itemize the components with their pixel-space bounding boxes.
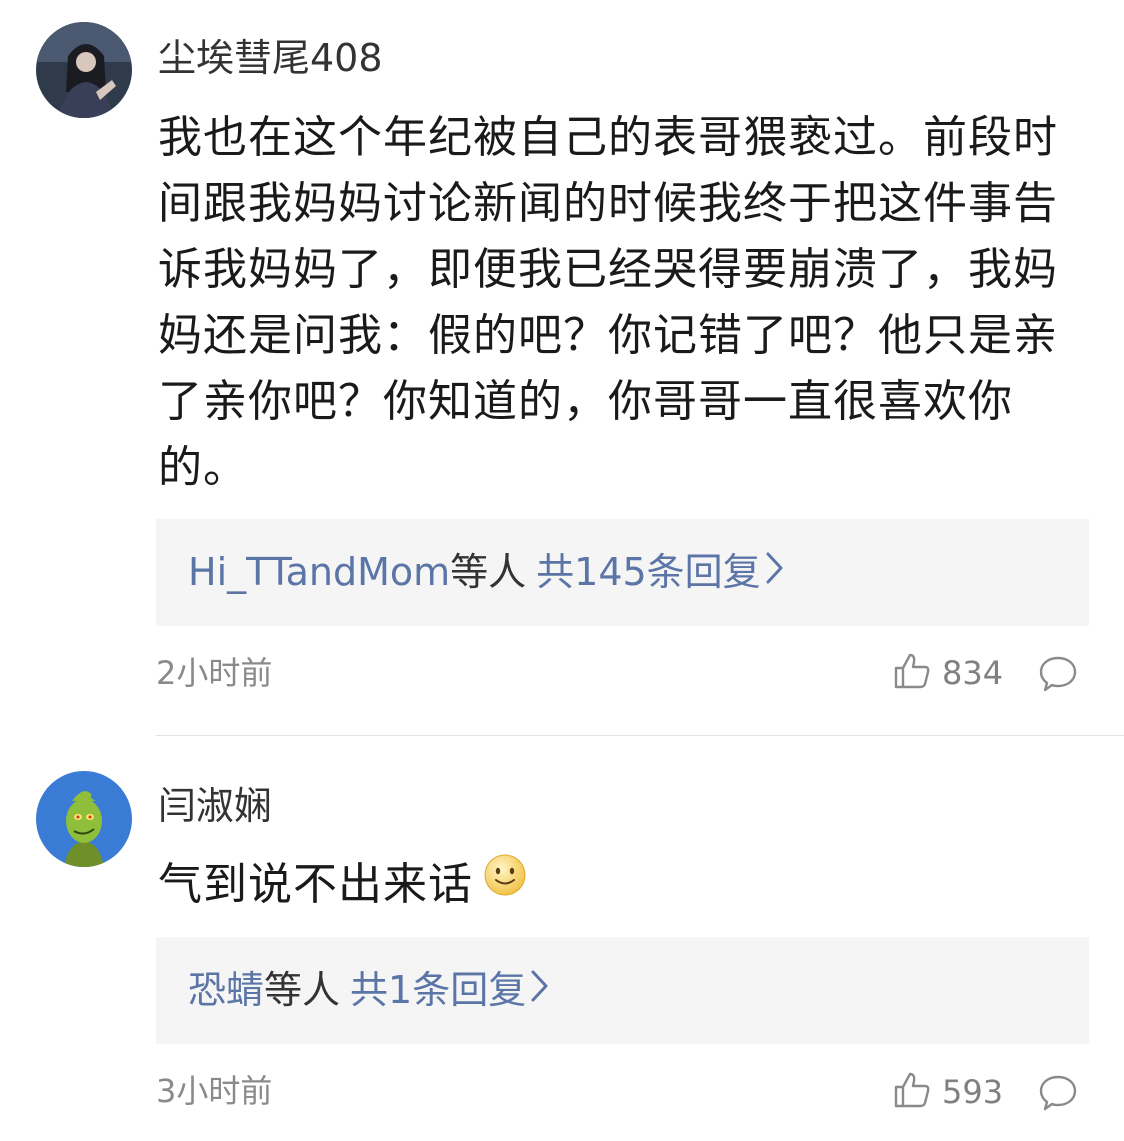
reply-preview-etc: 等人 [264,968,341,1012]
comment-username[interactable]: 闫淑娴 [158,782,272,830]
reply-button[interactable] [1038,654,1078,694]
reply-preview-user[interactable]: 恐蜻 [188,968,264,1012]
like-count: 593 [942,1073,1004,1111]
chevron-right-icon [530,965,550,1015]
reply-count-link[interactable]: 共145条回复 [536,550,761,594]
comment-time: 3小时前 [156,1072,273,1110]
like-button[interactable]: 834 [892,651,1003,695]
reply-preview-etc: 等人 [450,550,527,594]
comment-username[interactable]: 尘埃彗尾408 [158,34,383,82]
comment-text: 气到说不出来话 [158,859,473,910]
thumbs-up-icon [892,1070,932,1114]
comment-item: 闫淑娴 气到说不出来话 恐蜻等人 共1条回复 3小时前 593 [0,736,1124,1141]
like-button[interactable]: 593 [892,1070,1003,1114]
comment-text: 我也在这个年纪被自己的表哥猥亵过。前段时间跟我妈妈讨论新闻的时候我终于把这件事告… [158,112,1058,493]
reply-preview[interactable]: 恐蜻等人 共1条回复 [156,937,1089,1044]
reply-preview-user[interactable]: Hi_TTandMom [188,550,450,594]
thumbs-up-icon [892,651,932,695]
comment-item: 尘埃彗尾408 我也在这个年纪被自己的表哥猥亵过。前段时间跟我妈妈讨论新闻的时候… [0,0,1124,735]
comment-time: 2小时前 [156,654,273,692]
reply-count-link[interactable]: 共1条回复 [350,968,526,1012]
reply-button[interactable] [1038,1073,1078,1113]
like-count: 834 [942,654,1004,692]
chevron-right-icon [765,547,785,597]
comment-text-row: 气到说不出来话 [158,852,1078,918]
speech-bubble-icon [1038,656,1078,698]
speech-bubble-icon [1038,1075,1078,1117]
avatar[interactable] [36,22,132,118]
smile-emoji-icon [483,850,527,916]
reply-preview[interactable]: Hi_TTandMom等人 共145条回复 [156,519,1089,626]
avatar[interactable] [36,771,132,867]
